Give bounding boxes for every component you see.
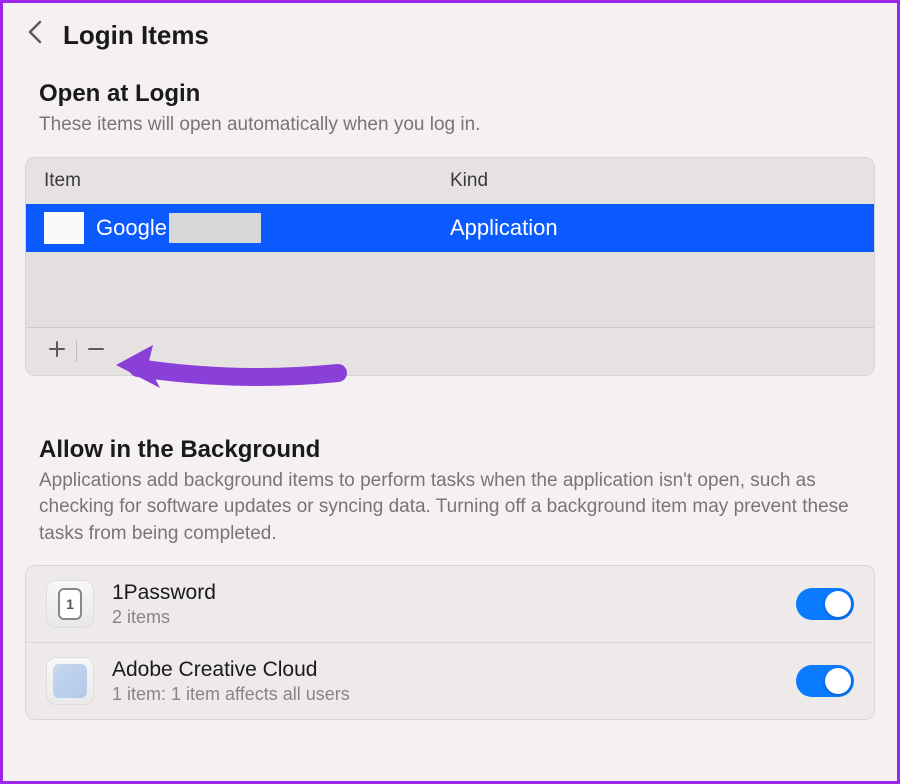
column-header-kind[interactable]: Kind (450, 170, 856, 192)
app-icon-1password: 1 (46, 580, 94, 628)
toggle-switch[interactable] (796, 665, 854, 697)
redacted-text (169, 213, 261, 243)
background-subtitle: Applications add background items to per… (39, 468, 861, 548)
toggle-switch[interactable] (796, 588, 854, 620)
table-footer (26, 327, 874, 375)
list-item: Adobe Creative Cloud 1 item: 1 item affe… (26, 643, 874, 719)
toggle-knob (825, 668, 851, 694)
app-icon-adobe (46, 657, 94, 705)
add-button[interactable] (38, 335, 76, 367)
chevron-left-icon (27, 19, 43, 45)
app-name: 1Password (112, 581, 778, 605)
column-header-item[interactable]: Item (44, 170, 450, 192)
background-title: Allow in the Background (39, 436, 861, 464)
table-row-item-cell: Google (44, 212, 450, 244)
app-name: Adobe Creative Cloud (112, 658, 778, 682)
list-item-text: 1Password 2 items (112, 581, 778, 628)
minus-icon (87, 340, 105, 358)
app-name: Google (96, 215, 167, 241)
remove-button[interactable] (77, 335, 115, 367)
app-detail: 1 item: 1 item affects all users (112, 684, 778, 705)
background-section: Allow in the Background Applications add… (3, 376, 897, 548)
open-at-login-section: Open at Login These items will open auto… (3, 60, 897, 139)
page-title: Login Items (63, 20, 209, 51)
plus-icon (48, 340, 66, 358)
table-row[interactable]: Google Application (26, 204, 874, 252)
back-button[interactable] (27, 19, 43, 52)
table-row-kind-cell: Application (450, 215, 856, 241)
list-item-text: Adobe Creative Cloud 1 item: 1 item affe… (112, 658, 778, 705)
list-item: 1 1Password 2 items (26, 566, 874, 643)
open-at-login-title: Open at Login (39, 80, 861, 108)
header: Login Items (3, 3, 897, 60)
table-header: Item Kind (26, 158, 874, 204)
open-at-login-subtitle: These items will open automatically when… (39, 112, 861, 139)
background-items-list: 1 1Password 2 items Adobe Creative Cloud… (25, 565, 875, 720)
toggle-knob (825, 591, 851, 617)
table-empty-area[interactable] (26, 252, 874, 327)
login-items-table: Item Kind Google Application (25, 157, 875, 376)
app-icon (44, 212, 84, 244)
app-detail: 2 items (112, 607, 778, 628)
